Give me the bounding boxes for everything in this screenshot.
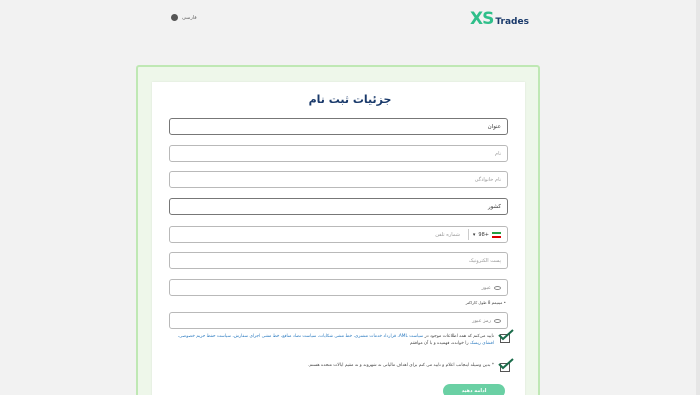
language-label: فارسی <box>182 14 197 21</box>
confirm-password-placeholder: رمز عبور <box>472 317 491 324</box>
language-switcher[interactable]: فارسی <box>171 14 197 21</box>
terms-text: تایید می‌کنم که همه اطلاعات موجود در سیا… <box>175 333 494 347</box>
country-select[interactable]: کشور <box>169 198 508 215</box>
phone-placeholder: شماره تلفن <box>435 231 460 238</box>
terms-prefix: تایید می‌کنم که همه اطلاعات موجود در <box>424 334 494 339</box>
logo: XS Trades <box>470 11 529 28</box>
page-title: جزئیات ثبت نام <box>308 93 392 106</box>
iran-flag-icon <box>492 231 501 238</box>
salutation-select[interactable]: عنوان <box>169 118 508 135</box>
terms-checkbox[interactable] <box>498 329 514 343</box>
first-name-placeholder: نام <box>494 150 501 157</box>
country-label: کشور <box>487 203 501 210</box>
logo-word: Trades <box>495 17 529 27</box>
terms-suffix: را خوانده، فهمیده و با آن موافقم <box>409 341 469 346</box>
eye-icon[interactable] <box>494 318 501 323</box>
confirm-password-field-content: رمز عبور <box>472 318 501 324</box>
policies-link[interactable]: سیاست AML، قرارداد خدمات مشتری، خط مشی ش… <box>232 334 423 339</box>
first-name-input[interactable]: نام <box>169 145 508 162</box>
phone-country-select[interactable]: +98 ▾ <box>467 229 501 240</box>
last-name-placeholder: نام خانوادگی <box>474 176 501 183</box>
continue-button[interactable]: ادامه دهید <box>443 384 505 395</box>
tax-checkbox[interactable] <box>498 358 514 372</box>
phone-code: +98 <box>478 231 489 238</box>
tax-consent-row: * بدین وسیله اینجانب اعلام و تایید می کن… <box>175 358 514 372</box>
scrollbar[interactable] <box>696 0 700 395</box>
eye-icon[interactable] <box>494 285 501 290</box>
logo-mark: XS <box>470 9 494 29</box>
email-input[interactable]: پست الکترونیک <box>169 252 508 269</box>
terms-consent-row: تایید می‌کنم که همه اطلاعات موجود در سیا… <box>175 329 514 347</box>
checkmark-icon <box>498 329 514 341</box>
password-placeholder: عبور <box>481 284 492 291</box>
chevron-down-icon: ▾ <box>472 231 476 238</box>
last-name-input[interactable]: نام خانوادگی <box>169 171 508 188</box>
salutation-label: عنوان <box>487 123 501 130</box>
globe-icon <box>171 14 178 21</box>
email-placeholder: پست الکترونیک <box>468 257 501 264</box>
password-hint: • مینیمم 8 طول کاراکتر <box>465 300 506 305</box>
checkmark-icon <box>498 358 514 370</box>
password-input[interactable]: عبور <box>169 279 508 296</box>
phone-input[interactable]: +98 ▾ شماره تلفن <box>169 226 508 243</box>
password-field-content: عبور <box>481 284 501 291</box>
confirm-password-input[interactable]: رمز عبور <box>169 312 508 329</box>
tax-text: * بدین وسیله اینجانب اعلام و تایید می کن… <box>308 363 494 368</box>
